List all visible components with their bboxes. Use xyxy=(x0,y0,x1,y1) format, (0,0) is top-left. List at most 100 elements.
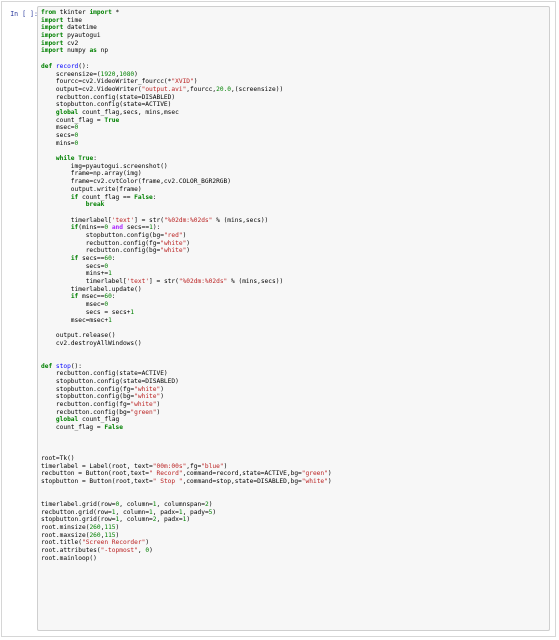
code-line: count_flag = False xyxy=(41,424,332,432)
code-token: 115 xyxy=(104,524,116,532)
code-token: : xyxy=(93,155,97,163)
code-token: timerlabel[ xyxy=(41,216,112,224)
code-token: msec=msec+ xyxy=(41,316,109,324)
code-line: stopbutton.config(fg="white") xyxy=(41,386,332,394)
code-token: recbutton.config(bg= xyxy=(41,247,161,255)
code-line: screensize=(1920,1080) xyxy=(41,71,332,79)
code-token: count_flag = xyxy=(41,116,105,124)
code-token: 0 xyxy=(74,124,79,132)
code-token: recbutton.config(fg= xyxy=(41,401,131,409)
code-token: ,fourcc, xyxy=(186,85,217,93)
code-line: recbutton.config(bg="green") xyxy=(41,409,332,417)
code-token: 260 xyxy=(89,531,101,539)
code-token: ) xyxy=(208,501,213,508)
code-token: root.title( xyxy=(41,539,82,547)
code-token: ) xyxy=(160,393,164,401)
code-token: 60 xyxy=(104,255,112,262)
code-line: root.attributes("-topmost", 0) xyxy=(41,547,332,555)
code-line: import numpy as np xyxy=(41,47,332,55)
code-token: count_flag = xyxy=(41,424,105,432)
code-line: stopbutton.config(state=ACTIVE) xyxy=(41,101,332,109)
code-token: count_flag xyxy=(78,416,120,424)
code-token: ) xyxy=(223,462,228,470)
code-token: datetime xyxy=(63,24,97,32)
code-token: True xyxy=(104,116,120,124)
code-token: mins+= xyxy=(41,270,109,278)
code-token: , pady= xyxy=(182,508,209,516)
code-line: count_flag = True xyxy=(41,117,332,125)
code-token: timerlabel.update() xyxy=(41,285,142,293)
code-token: img=pyautogui.screenshot() xyxy=(41,162,168,170)
code-token: "red" xyxy=(163,231,183,239)
code-token: ) xyxy=(186,516,191,524)
code-token: stopbutton.config(state=ACTIVE) xyxy=(41,101,172,109)
code-token: "output.avi" xyxy=(141,85,187,93)
code-line: global count_flag,secs, mins,msec xyxy=(41,109,332,117)
code-token: (): xyxy=(78,62,90,70)
code-token: stopbutton.config(bg= xyxy=(41,393,135,401)
code-token: 115 xyxy=(104,531,116,539)
code-token: ,fg= xyxy=(186,462,202,470)
code-line: recbutton.config(fg="white") xyxy=(41,240,332,248)
code-token: frame=np.array(img) xyxy=(41,170,142,178)
code-token: 0 xyxy=(104,301,109,309)
cell-prompt: In [ ]: xyxy=(10,10,38,18)
code-token: 'text' xyxy=(126,278,150,286)
code-token: cv2.destroyAllWindows() xyxy=(41,339,142,347)
code-line: msec=0 xyxy=(41,124,332,132)
code-token: msec= xyxy=(41,124,75,132)
code-token: def xyxy=(41,362,53,370)
code-token: ) xyxy=(186,247,191,255)
code-token: secs== xyxy=(123,224,150,232)
code-token: ) xyxy=(182,231,187,239)
code-editor[interactable]: from tkinter import * import time import d… xyxy=(41,9,332,563)
code-line: secs=0 xyxy=(41,132,332,140)
code-line: recbutton.config(fg="white") xyxy=(41,401,332,409)
code-line: from tkinter import * xyxy=(41,9,332,17)
code-token: stopbutton = Button(root,text= xyxy=(41,477,153,485)
code-token: stopbutton.config(bg= xyxy=(41,231,164,239)
code-line: secs = secs+1 xyxy=(41,309,332,317)
code-token: ) xyxy=(156,408,161,416)
code-token: frame=cv2.cvtColor(frame,cv2.COLOR_BGR2R… xyxy=(41,178,231,186)
code-line: def stop(): xyxy=(41,363,332,371)
code-line: if count_flag == False: xyxy=(41,194,332,202)
code-line: if(mins==0 and secs==1): xyxy=(41,224,332,232)
code-token: root.minsize( xyxy=(41,524,90,532)
code-token: import xyxy=(41,39,64,47)
code-line: cv2.destroyAllWindows() xyxy=(41,340,332,348)
code-token: recbutton.config(state=ACTIVE) xyxy=(41,370,168,378)
code-token: "%02dm:%02ds" xyxy=(163,216,213,224)
code-token: ] = str( xyxy=(149,278,179,286)
code-token: , column= xyxy=(119,501,153,508)
code-line: recbutton.config(state=DISABLED) xyxy=(41,94,332,102)
code-token: stopbutton.config(fg= xyxy=(41,385,135,393)
code-cell-input[interactable]: from tkinter import * import time import d… xyxy=(37,6,550,631)
code-token: (): xyxy=(70,362,83,370)
code-token: ,command=stop,state=DISABLED,bg= xyxy=(182,477,302,485)
code-token: import xyxy=(41,16,64,24)
code-token: 260 xyxy=(89,524,101,532)
code-line: root.minsize(260,115) xyxy=(41,524,332,532)
code-token: ) xyxy=(193,78,198,86)
code-token: np xyxy=(96,47,109,55)
code-token: msec== xyxy=(78,293,105,301)
code-token: % (mins,secs)) xyxy=(212,216,269,224)
code-token: mins= xyxy=(41,139,75,147)
code-token: ) xyxy=(156,401,161,409)
code-token: root.attributes( xyxy=(41,547,101,555)
code-line: break xyxy=(41,201,332,209)
code-token: from xyxy=(41,9,56,16)
code-token: "blue" xyxy=(201,462,224,470)
code-token: while xyxy=(55,155,75,163)
code-line: img=pyautogui.screenshot() xyxy=(41,163,332,171)
code-line: while True: xyxy=(41,155,332,163)
code-token: , padx= xyxy=(156,516,183,524)
